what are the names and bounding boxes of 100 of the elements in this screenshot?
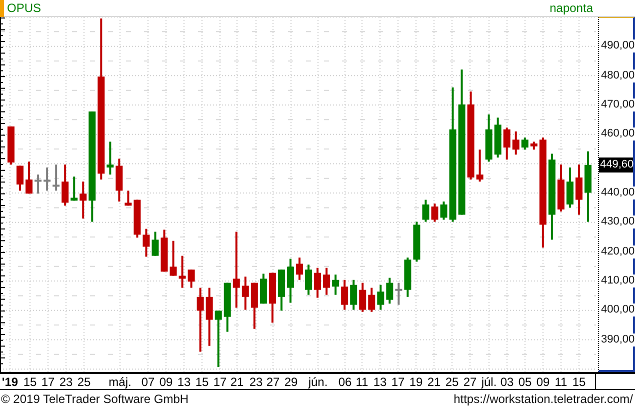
candle <box>62 164 69 206</box>
date-axis-label: 06 <box>338 375 352 389</box>
candle <box>242 276 249 310</box>
price-axis-label: 440,00 <box>601 186 635 200</box>
date-axis-label: 11 <box>356 375 368 389</box>
date-axis-label: 17 <box>41 375 55 389</box>
candle <box>503 128 510 160</box>
candle <box>386 278 394 304</box>
price-axis-label: 420,00 <box>601 245 635 258</box>
candle <box>124 190 132 206</box>
date-axis-label: 17 <box>391 375 405 389</box>
candle <box>422 200 430 222</box>
date-axis-label: 29 <box>284 375 298 389</box>
candle <box>178 256 186 288</box>
instrument-symbol: OPUS <box>7 1 42 15</box>
candle <box>557 164 564 212</box>
candle <box>106 142 114 175</box>
date-axis-label: 23 <box>59 375 73 389</box>
date-axis-label: júl. <box>481 375 497 389</box>
date-axis-label: 15 <box>572 375 586 389</box>
candle <box>359 282 366 312</box>
date-axis-label: 07 <box>141 375 155 389</box>
candle <box>296 258 303 280</box>
candle <box>142 228 150 257</box>
candle <box>206 288 213 346</box>
candle <box>485 114 492 162</box>
candle <box>413 222 420 262</box>
date-axis-label: 13 <box>177 375 191 389</box>
date-axis-label: 25 <box>445 375 459 389</box>
candle <box>404 258 412 297</box>
candle <box>305 264 312 295</box>
candle <box>8 126 14 165</box>
date-axis-label: 27 <box>266 375 280 389</box>
date-axis-label: 11 <box>554 375 568 389</box>
candle <box>350 280 358 310</box>
date-axis-label: '19 <box>2 375 18 389</box>
candle <box>584 151 592 222</box>
candle <box>16 166 24 191</box>
date-axis-label: 19 <box>409 375 423 389</box>
date-axis-label: 21 <box>230 375 244 389</box>
candle <box>188 270 195 288</box>
candle <box>170 240 177 276</box>
candle <box>494 118 502 158</box>
date-axis-label: 27 <box>463 375 477 389</box>
candle <box>260 274 267 304</box>
candle <box>395 282 402 305</box>
candle <box>52 164 60 191</box>
date-axis-label: 09 <box>536 375 550 389</box>
date-axis-label: 05 <box>518 375 532 389</box>
date-axis-label: 25 <box>77 375 91 389</box>
interval-label: naponta <box>550 1 593 15</box>
price-axis-label: 400,00 <box>601 304 635 317</box>
candle <box>134 200 141 238</box>
candle <box>116 158 123 202</box>
price-axis-label: 410,00 <box>601 274 635 288</box>
price-axis-label: 390,00 <box>601 333 635 346</box>
candle <box>34 174 42 194</box>
candle <box>332 274 340 295</box>
price-axis-label: 490,00 <box>601 40 635 53</box>
date-axis-label: 13 <box>373 375 387 389</box>
candle <box>286 258 294 303</box>
candle <box>160 230 168 272</box>
candle <box>440 202 448 220</box>
candle <box>224 282 231 332</box>
candle <box>377 284 384 310</box>
instrument-marker <box>0 0 4 16</box>
candle <box>341 280 348 310</box>
date-axis-label: máj. <box>108 375 132 389</box>
candle <box>521 138 528 150</box>
date-axis-label: 09 <box>159 375 173 389</box>
price-axis-label: 430,00 <box>601 216 635 229</box>
candle <box>431 204 438 222</box>
candle <box>575 164 582 215</box>
date-axis-label: 23 <box>249 375 263 389</box>
candle <box>278 270 285 311</box>
candle <box>512 131 520 155</box>
candle <box>70 176 78 201</box>
candle <box>196 288 204 352</box>
date-axis-label: 21 <box>427 375 441 389</box>
candle <box>268 272 276 323</box>
candle <box>44 168 51 191</box>
candle <box>476 150 484 182</box>
candle <box>26 162 33 194</box>
date-axis-label: 17 <box>213 375 227 389</box>
date-axis-label: 15 <box>195 375 209 389</box>
price-axis-label: 460,00 <box>601 128 635 141</box>
candle <box>152 232 159 256</box>
price-axis-label: 480,00 <box>601 69 635 82</box>
copyright-text: © 2019 TeleTrader Software GmbH <box>1 392 189 406</box>
candle <box>368 288 376 312</box>
candle <box>214 310 222 368</box>
candle <box>323 268 330 295</box>
url-text: https://workstation.teletrader.com/ <box>454 392 633 406</box>
candle <box>530 142 538 150</box>
date-axis-label: 15 <box>23 375 37 389</box>
price-axis-label: 470,00 <box>601 98 635 112</box>
candle <box>314 268 322 298</box>
candle <box>80 182 87 219</box>
date-axis-label: 03 <box>500 375 514 389</box>
candle <box>566 168 574 208</box>
